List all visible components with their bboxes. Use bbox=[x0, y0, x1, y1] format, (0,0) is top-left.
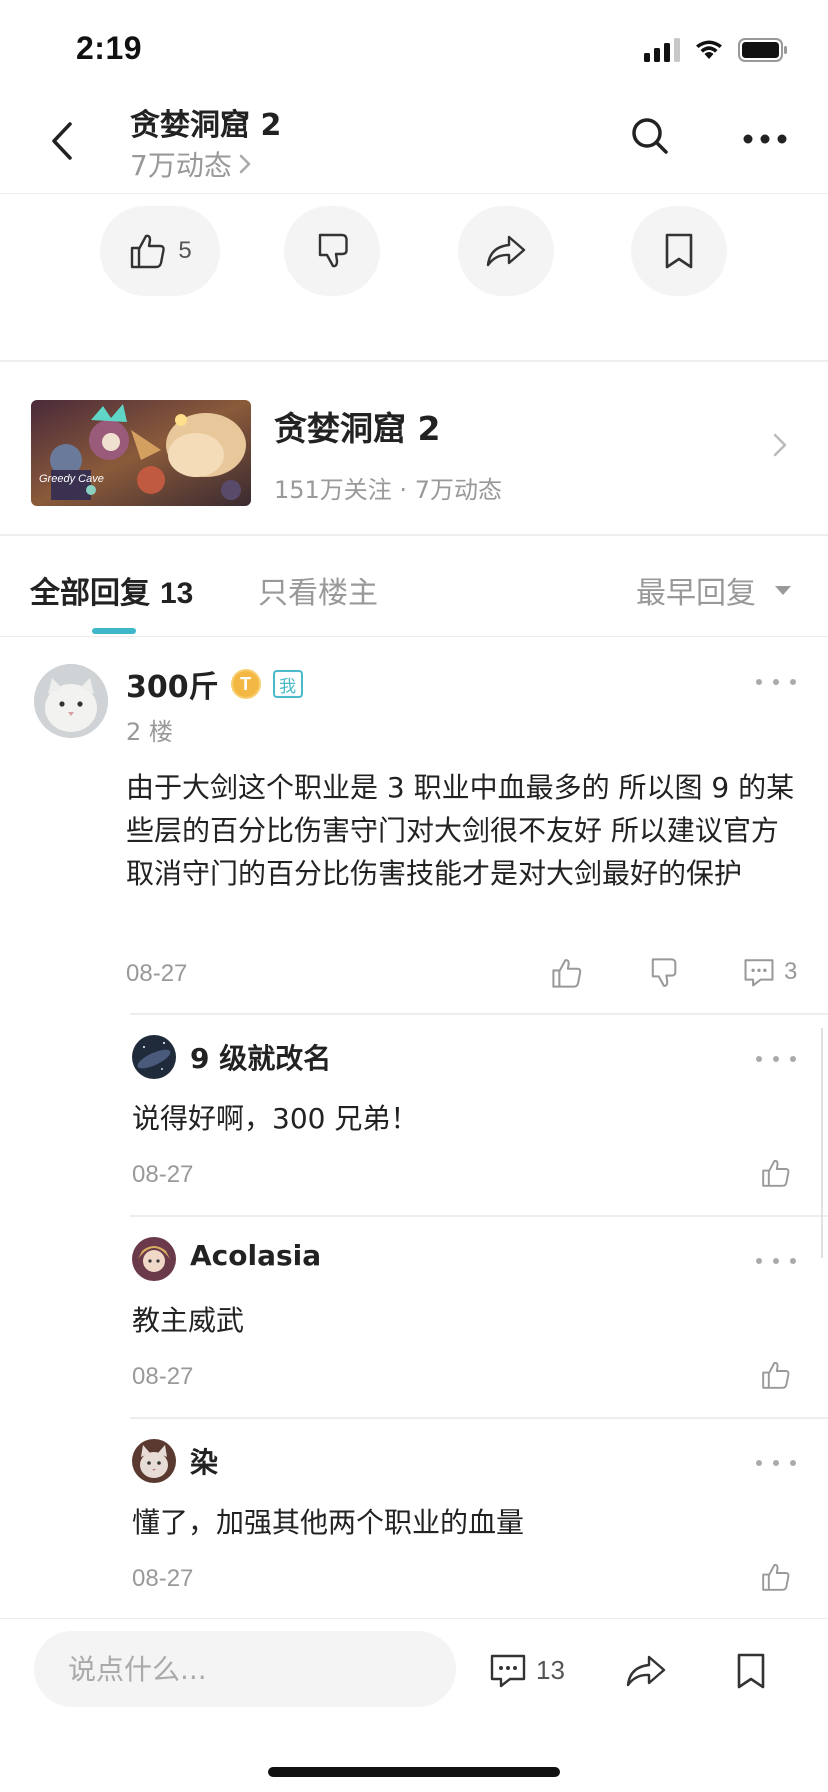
more-horizontal-icon bbox=[743, 134, 787, 144]
avatar[interactable] bbox=[34, 664, 108, 738]
reply-more-button[interactable] bbox=[756, 1453, 796, 1473]
reply-count: 3 bbox=[784, 958, 798, 985]
reply-item: Acolasia 教主威武 08-27 bbox=[0, 1215, 828, 1417]
header-subtitle: 7万动态 bbox=[130, 149, 232, 182]
like-post-button[interactable]: 5 bbox=[100, 206, 220, 296]
game-card[interactable]: Greedy Cave 贪婪洞窟 2 151万关注 · 7万动态 bbox=[0, 362, 828, 532]
reply-date: 08-27 bbox=[132, 1161, 194, 1188]
reply-like-button[interactable] bbox=[760, 1561, 792, 1593]
status-bar: 2:19 bbox=[0, 0, 828, 96]
wifi-icon bbox=[694, 39, 724, 61]
back-button[interactable] bbox=[42, 116, 82, 166]
comment-dislike-button[interactable] bbox=[646, 956, 680, 990]
reply-divider bbox=[130, 1215, 828, 1217]
comment-input-box[interactable] bbox=[34, 1631, 456, 1707]
header-divider bbox=[0, 193, 828, 194]
thumbs-down-icon bbox=[318, 233, 348, 268]
reply-divider bbox=[130, 1417, 828, 1419]
bookmark-icon bbox=[665, 233, 693, 269]
back-arrow-icon bbox=[52, 122, 72, 160]
reply-username[interactable]: 9 级就改名 bbox=[190, 1037, 331, 1077]
reply-like-button[interactable] bbox=[760, 1157, 792, 1189]
share-post-button[interactable] bbox=[458, 206, 554, 296]
comment-reply-button[interactable]: 3 bbox=[742, 956, 797, 988]
reply-date: 08-27 bbox=[132, 1565, 194, 1592]
search-icon bbox=[632, 118, 668, 154]
reply-item: 9 级就改名 说得好啊，300 兄弟！ 08-27 bbox=[0, 1013, 828, 1215]
reply-text: 教主威武 bbox=[132, 1304, 245, 1337]
share-button[interactable] bbox=[624, 1651, 668, 1691]
chevron-right-icon bbox=[239, 154, 251, 174]
header-subtitle-link[interactable]: 7万动态 bbox=[130, 144, 252, 184]
bottom-comment-count: 13 bbox=[536, 1654, 565, 1685]
sort-label: 最早回复 bbox=[636, 576, 756, 611]
reply-item: 染 懂了，加强其他两个职业的血量 08-27 bbox=[0, 1417, 828, 1619]
view-comments-button[interactable]: 13 bbox=[488, 1651, 565, 1689]
page-title[interactable]: 贪婪洞窟 2 bbox=[130, 100, 281, 144]
dislike-post-button[interactable] bbox=[284, 206, 380, 296]
tab-all-count: 13 bbox=[160, 577, 194, 610]
reply-more-button[interactable] bbox=[756, 1251, 796, 1271]
reply-text: 懂了，加强其他两个职业的血量 bbox=[132, 1506, 525, 1539]
thumbnail-logo-text: Greedy Cave bbox=[39, 473, 104, 485]
reply-date: 08-27 bbox=[132, 1363, 194, 1390]
avatar[interactable] bbox=[132, 1237, 176, 1281]
comment-input[interactable] bbox=[68, 1631, 428, 1707]
thumbs-up-icon bbox=[762, 1159, 790, 1187]
reply-more-button[interactable] bbox=[756, 1049, 796, 1069]
comment-body: 由于大剑这个职业是 3 职业中血最多的 所以图 9 的某些层的百分比伤害守门对大… bbox=[126, 771, 795, 890]
thumbs-up-icon bbox=[552, 959, 582, 988]
game-card-chevron-icon bbox=[772, 432, 788, 462]
bookmark-button[interactable] bbox=[734, 1651, 768, 1691]
more-options-button[interactable] bbox=[740, 116, 790, 162]
reply-text: 说得好啊，300 兄弟！ bbox=[132, 1102, 419, 1135]
battery-icon bbox=[738, 38, 788, 62]
share-arrow-icon bbox=[486, 235, 526, 267]
caret-down-icon bbox=[775, 586, 791, 595]
bookmark-icon bbox=[737, 1653, 765, 1689]
reply-tabs: 全部回复 13 只看楼主 最早回复 bbox=[0, 536, 828, 636]
comment-like-button[interactable] bbox=[550, 956, 584, 990]
share-arrow-icon bbox=[626, 1655, 666, 1687]
thumbs-up-icon bbox=[762, 1361, 790, 1389]
active-tab-indicator bbox=[92, 628, 136, 634]
like-count: 5 bbox=[178, 237, 192, 264]
reply-like-button[interactable] bbox=[760, 1359, 792, 1391]
tab-all-replies[interactable]: 全部回复 13 bbox=[30, 568, 193, 612]
nav-header: 贪婪洞窟 2 7万动态 bbox=[0, 96, 828, 194]
reply-divider bbox=[130, 1013, 828, 1015]
comment-username-row: 300斤 T 我 bbox=[126, 662, 303, 706]
home-indicator[interactable] bbox=[268, 1767, 560, 1777]
comment-username[interactable]: 300斤 bbox=[126, 662, 219, 706]
bookmark-post-button[interactable] bbox=[631, 206, 727, 296]
status-icons bbox=[644, 38, 788, 62]
status-time: 2:19 bbox=[76, 30, 143, 66]
comment-bubble-icon bbox=[744, 959, 774, 987]
game-stats: 151万关注 · 7万动态 bbox=[274, 476, 502, 504]
reply-username[interactable]: Acolasia bbox=[190, 1239, 321, 1272]
thumbs-up-icon bbox=[131, 234, 166, 269]
tabs-divider bbox=[0, 636, 828, 637]
tab-all-label: 全部回复 bbox=[30, 576, 150, 611]
comment-more-button[interactable] bbox=[756, 672, 796, 692]
search-button[interactable] bbox=[630, 116, 676, 162]
comment-date: 08-27 bbox=[126, 960, 188, 987]
avatar[interactable] bbox=[132, 1035, 176, 1079]
game-thumbnail: Greedy Cave bbox=[31, 400, 251, 506]
cellular-signal-icon bbox=[644, 38, 680, 62]
thumbs-down-icon bbox=[651, 958, 677, 987]
thumbs-up-icon bbox=[762, 1563, 790, 1591]
comment-bubble-icon bbox=[490, 1654, 526, 1688]
sort-dropdown[interactable]: 最早回复 bbox=[636, 568, 792, 612]
reply-username[interactable]: 染 bbox=[190, 1441, 218, 1481]
level-badge: T bbox=[230, 669, 261, 699]
game-name: 贪婪洞窟 2 bbox=[274, 409, 441, 448]
scrollbar[interactable] bbox=[821, 1028, 823, 1258]
avatar[interactable] bbox=[132, 1439, 176, 1483]
floor-number: 2 楼 bbox=[126, 718, 173, 746]
me-badge: 我 bbox=[272, 670, 303, 698]
bottom-comment-bar: 13 bbox=[0, 1618, 828, 1792]
tab-op-only[interactable]: 只看楼主 bbox=[258, 568, 378, 612]
